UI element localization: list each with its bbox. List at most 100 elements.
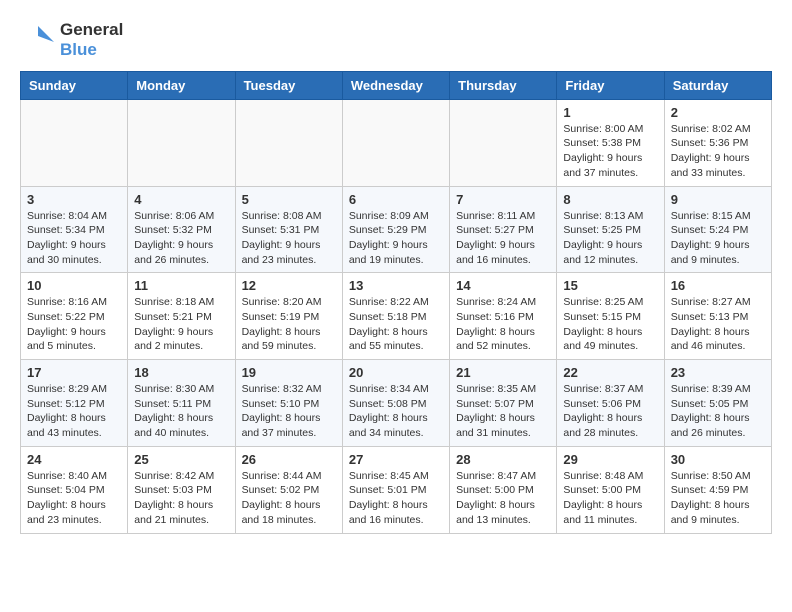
day-number: 26 bbox=[242, 452, 336, 467]
calendar-cell: 9Sunrise: 8:15 AM Sunset: 5:24 PM Daylig… bbox=[664, 186, 771, 273]
calendar-week-row: 24Sunrise: 8:40 AM Sunset: 5:04 PM Dayli… bbox=[21, 446, 772, 533]
day-info: Sunrise: 8:13 AM Sunset: 5:25 PM Dayligh… bbox=[563, 209, 657, 268]
calendar-cell bbox=[450, 99, 557, 186]
calendar-cell: 17 Sunrise: 8:29 AM Sunset: 5:12 PM Dayli… bbox=[21, 360, 128, 447]
day-number: 4 bbox=[134, 192, 228, 207]
calendar-cell: 2 Sunrise: 8:02 AM Sunset: 5:36 PM Daylig… bbox=[664, 99, 771, 186]
calendar-week-row: 10Sunrise: 8:16 AM Sunset: 5:22 PM Dayli… bbox=[21, 273, 772, 360]
day-number: 20 bbox=[349, 365, 443, 380]
weekday-header-sunday: Sunday bbox=[21, 71, 128, 99]
day-number: 5 bbox=[242, 192, 336, 207]
calendar-cell: 10Sunrise: 8:16 AM Sunset: 5:22 PM Dayli… bbox=[21, 273, 128, 360]
weekday-header-tuesday: Tuesday bbox=[235, 71, 342, 99]
day-number: 22 bbox=[563, 365, 657, 380]
day-number: 16 bbox=[671, 278, 765, 293]
day-number: 11 bbox=[134, 278, 228, 293]
calendar-cell: 5 Sunrise: 8:08 AM Sunset: 5:31 PM Daylig… bbox=[235, 186, 342, 273]
day-info: Sunrise: 8:48 AM Sunset: 5:00 PM Dayligh… bbox=[563, 469, 657, 528]
weekday-header-friday: Friday bbox=[557, 71, 664, 99]
calendar-cell bbox=[21, 99, 128, 186]
calendar-cell: 8 Sunrise: 8:13 AM Sunset: 5:25 PM Daylig… bbox=[557, 186, 664, 273]
calendar-cell: 19 Sunrise: 8:32 AM Sunset: 5:10 PM Dayli… bbox=[235, 360, 342, 447]
weekday-header-thursday: Thursday bbox=[450, 71, 557, 99]
day-info: Sunrise: 8:47 AM Sunset: 5:00 PM Dayligh… bbox=[456, 469, 550, 528]
day-number: 9 bbox=[671, 192, 765, 207]
calendar-cell: 30 Sunrise: 8:50 AM Sunset: 4:59 PM Dayli… bbox=[664, 446, 771, 533]
day-number: 8 bbox=[563, 192, 657, 207]
calendar-cell: 23Sunrise: 8:39 AM Sunset: 5:05 PM Dayli… bbox=[664, 360, 771, 447]
day-info: Sunrise: 8:00 AM Sunset: 5:38 PM Dayligh… bbox=[563, 122, 657, 181]
day-number: 2 bbox=[671, 105, 765, 120]
weekday-header-monday: Monday bbox=[128, 71, 235, 99]
day-number: 1 bbox=[563, 105, 657, 120]
day-info: Sunrise: 8:39 AM Sunset: 5:05 PM Dayligh… bbox=[671, 382, 765, 441]
day-info: Sunrise: 8:11 AM Sunset: 5:27 PM Dayligh… bbox=[456, 209, 550, 268]
day-info: Sunrise: 8:22 AM Sunset: 5:18 PM Dayligh… bbox=[349, 295, 443, 354]
calendar-cell: 22 Sunrise: 8:37 AM Sunset: 5:06 PM Dayli… bbox=[557, 360, 664, 447]
day-info: Sunrise: 8:18 AM Sunset: 5:21 PM Dayligh… bbox=[134, 295, 228, 354]
day-info: Sunrise: 8:27 AM Sunset: 5:13 PM Dayligh… bbox=[671, 295, 765, 354]
day-info: Sunrise: 8:45 AM Sunset: 5:01 PM Dayligh… bbox=[349, 469, 443, 528]
day-info: Sunrise: 8:35 AM Sunset: 5:07 PM Dayligh… bbox=[456, 382, 550, 441]
day-info: Sunrise: 8:29 AM Sunset: 5:12 PM Dayligh… bbox=[27, 382, 121, 441]
calendar-cell: 4 Sunrise: 8:06 AM Sunset: 5:32 PM Daylig… bbox=[128, 186, 235, 273]
calendar-cell: 12Sunrise: 8:20 AM Sunset: 5:19 PM Dayli… bbox=[235, 273, 342, 360]
day-number: 25 bbox=[134, 452, 228, 467]
calendar-cell: 26 Sunrise: 8:44 AM Sunset: 5:02 PM Dayli… bbox=[235, 446, 342, 533]
day-info: Sunrise: 8:34 AM Sunset: 5:08 PM Dayligh… bbox=[349, 382, 443, 441]
calendar-cell: 3 Sunrise: 8:04 AM Sunset: 5:34 PM Daylig… bbox=[21, 186, 128, 273]
calendar-cell: 18 Sunrise: 8:30 AM Sunset: 5:11 PM Dayli… bbox=[128, 360, 235, 447]
day-number: 21 bbox=[456, 365, 550, 380]
weekday-header-wednesday: Wednesday bbox=[342, 71, 449, 99]
day-number: 28 bbox=[456, 452, 550, 467]
calendar-cell: 7 Sunrise: 8:11 AM Sunset: 5:27 PM Daylig… bbox=[450, 186, 557, 273]
calendar-cell: 1 Sunrise: 8:00 AM Sunset: 5:38 PM Daylig… bbox=[557, 99, 664, 186]
day-number: 3 bbox=[27, 192, 121, 207]
calendar-cell: 27Sunrise: 8:45 AM Sunset: 5:01 PM Dayli… bbox=[342, 446, 449, 533]
calendar-week-row: 17 Sunrise: 8:29 AM Sunset: 5:12 PM Dayli… bbox=[21, 360, 772, 447]
day-number: 30 bbox=[671, 452, 765, 467]
weekday-header-row: SundayMondayTuesdayWednesdayThursdayFrid… bbox=[21, 71, 772, 99]
day-info: Sunrise: 8:32 AM Sunset: 5:10 PM Dayligh… bbox=[242, 382, 336, 441]
day-info: Sunrise: 8:37 AM Sunset: 5:06 PM Dayligh… bbox=[563, 382, 657, 441]
day-info: Sunrise: 8:42 AM Sunset: 5:03 PM Dayligh… bbox=[134, 469, 228, 528]
day-info: Sunrise: 8:24 AM Sunset: 5:16 PM Dayligh… bbox=[456, 295, 550, 354]
calendar-cell: 11 Sunrise: 8:18 AM Sunset: 5:21 PM Dayli… bbox=[128, 273, 235, 360]
day-number: 18 bbox=[134, 365, 228, 380]
logo: GeneralBlue bbox=[20, 20, 123, 61]
day-info: Sunrise: 8:25 AM Sunset: 5:15 PM Dayligh… bbox=[563, 295, 657, 354]
day-info: Sunrise: 8:44 AM Sunset: 5:02 PM Dayligh… bbox=[242, 469, 336, 528]
calendar-cell: 14 Sunrise: 8:24 AM Sunset: 5:16 PM Dayli… bbox=[450, 273, 557, 360]
calendar-cell: 29 Sunrise: 8:48 AM Sunset: 5:00 PM Dayli… bbox=[557, 446, 664, 533]
calendar-cell: 25 Sunrise: 8:42 AM Sunset: 5:03 PM Dayli… bbox=[128, 446, 235, 533]
calendar-cell: 6 Sunrise: 8:09 AM Sunset: 5:29 PM Daylig… bbox=[342, 186, 449, 273]
day-info: Sunrise: 8:30 AM Sunset: 5:11 PM Dayligh… bbox=[134, 382, 228, 441]
logo-blue-text: Blue bbox=[60, 40, 123, 60]
calendar-cell bbox=[128, 99, 235, 186]
calendar-cell bbox=[235, 99, 342, 186]
day-number: 17 bbox=[27, 365, 121, 380]
calendar-cell: 28 Sunrise: 8:47 AM Sunset: 5:00 PM Dayli… bbox=[450, 446, 557, 533]
logo-general-text: General bbox=[60, 20, 123, 40]
day-info: Sunrise: 8:04 AM Sunset: 5:34 PM Dayligh… bbox=[27, 209, 121, 268]
day-number: 29 bbox=[563, 452, 657, 467]
day-info: Sunrise: 8:02 AM Sunset: 5:36 PM Dayligh… bbox=[671, 122, 765, 181]
day-info: Sunrise: 8:06 AM Sunset: 5:32 PM Dayligh… bbox=[134, 209, 228, 268]
day-number: 6 bbox=[349, 192, 443, 207]
day-number: 24 bbox=[27, 452, 121, 467]
logo-icon bbox=[20, 22, 56, 58]
calendar-cell: 13Sunrise: 8:22 AM Sunset: 5:18 PM Dayli… bbox=[342, 273, 449, 360]
calendar-week-row: 3 Sunrise: 8:04 AM Sunset: 5:34 PM Daylig… bbox=[21, 186, 772, 273]
day-number: 19 bbox=[242, 365, 336, 380]
day-number: 10 bbox=[27, 278, 121, 293]
day-info: Sunrise: 8:08 AM Sunset: 5:31 PM Dayligh… bbox=[242, 209, 336, 268]
calendar-cell: 15Sunrise: 8:25 AM Sunset: 5:15 PM Dayli… bbox=[557, 273, 664, 360]
day-number: 14 bbox=[456, 278, 550, 293]
day-info: Sunrise: 8:50 AM Sunset: 4:59 PM Dayligh… bbox=[671, 469, 765, 528]
calendar-cell: 16 Sunrise: 8:27 AM Sunset: 5:13 PM Dayli… bbox=[664, 273, 771, 360]
day-number: 7 bbox=[456, 192, 550, 207]
calendar-week-row: 1 Sunrise: 8:00 AM Sunset: 5:38 PM Daylig… bbox=[21, 99, 772, 186]
calendar-table: SundayMondayTuesdayWednesdayThursdayFrid… bbox=[20, 71, 772, 534]
day-info: Sunrise: 8:20 AM Sunset: 5:19 PM Dayligh… bbox=[242, 295, 336, 354]
day-info: Sunrise: 8:09 AM Sunset: 5:29 PM Dayligh… bbox=[349, 209, 443, 268]
